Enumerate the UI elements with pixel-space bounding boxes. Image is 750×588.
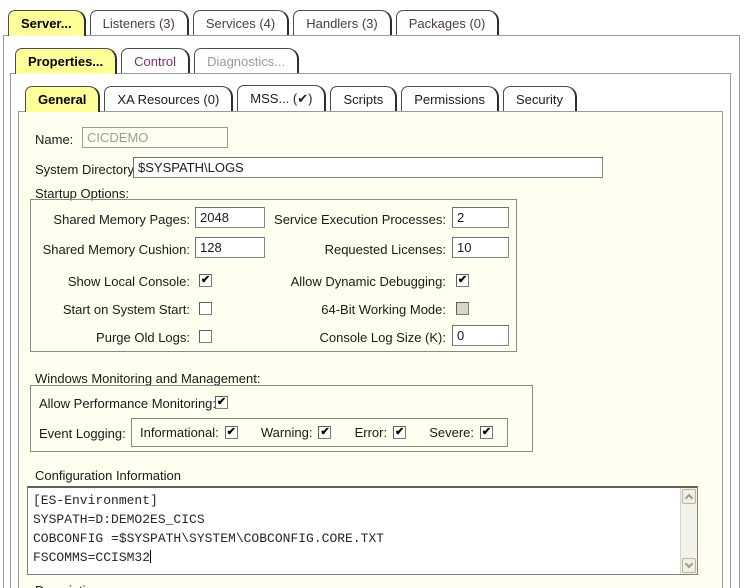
configuration-information-textarea[interactable]: [ES-Environment]SYSPATH=D:DEMO2ES_CICSCO… [27, 486, 698, 575]
description-label-clipped: Description [35, 583, 155, 588]
requested-licenses-input[interactable]: 10 [452, 237, 509, 258]
event-warning: Warning: [261, 425, 332, 440]
tabstrip-level1: Server... Listeners (3) Services (4) Han… [8, 8, 503, 36]
startup-options-groupbox: Shared Memory Pages: 2048 Service Execut… [30, 199, 517, 352]
tab-mss[interactable]: MSS... (✔) [237, 85, 326, 111]
scroll-down-button[interactable] [682, 558, 696, 573]
purge-old-logs-label: Purge Old Logs: [35, 330, 190, 345]
tab-permissions[interactable]: Permissions [401, 86, 499, 111]
tab-security[interactable]: Security [503, 86, 577, 111]
warning-label: Warning: [261, 425, 313, 440]
server-admin-page: Server... Listeners (3) Services (4) Han… [0, 0, 750, 588]
event-logging-label: Event Logging: [39, 426, 126, 441]
tabstrip-level3: General XA Resources (0) MSS... (✔) Scri… [25, 84, 581, 112]
tab-packages[interactable]: Packages (0) [396, 10, 500, 35]
allow-performance-monitoring-checkbox[interactable] [215, 396, 228, 409]
allow-dynamic-debugging-checkbox[interactable] [456, 274, 469, 287]
event-error: Error: [355, 425, 407, 440]
event-informational: Informational: [140, 425, 238, 440]
event-logging-groupbox: Informational: Warning: Error: Severe: [131, 418, 508, 447]
tab-xa-resources[interactable]: XA Resources (0) [104, 86, 233, 111]
configuration-text: [ES-Environment]SYSPATH=D:DEMO2ES_CICSCO… [33, 491, 677, 567]
start-on-system-start-checkbox[interactable] [199, 302, 212, 315]
tab-control[interactable]: Control [121, 48, 190, 73]
scroll-down-icon [685, 560, 693, 568]
tab-scripts[interactable]: Scripts [330, 86, 397, 111]
configuration-information-label: Configuration Information [35, 468, 181, 483]
console-log-size-input[interactable]: 0 [452, 325, 509, 346]
name-input[interactable]: CICDEMO [82, 127, 228, 148]
text-caret [150, 550, 151, 563]
service-execution-processes-label: Service Execution Processes: [271, 212, 446, 227]
allow-dynamic-debugging-label: Allow Dynamic Debugging: [271, 274, 446, 289]
tab-services[interactable]: Services (4) [193, 10, 289, 35]
shared-memory-cushion-label: Shared Memory Cushion: [35, 242, 190, 257]
service-execution-processes-input[interactable]: 2 [452, 207, 509, 228]
requested-licenses-label: Requested Licenses: [271, 242, 446, 257]
tab-listeners[interactable]: Listeners (3) [90, 10, 189, 35]
shared-memory-cushion-input[interactable]: 128 [195, 237, 265, 258]
64bit-working-mode-checkbox [456, 302, 469, 315]
severe-checkbox[interactable] [480, 426, 493, 439]
start-on-system-start-label: Start on System Start: [35, 302, 190, 317]
tab-diagnostics[interactable]: Diagnostics... [194, 48, 299, 73]
error-label: Error: [355, 425, 388, 440]
tab-server[interactable]: Server... [8, 10, 86, 36]
vertical-scrollbar[interactable] [680, 488, 697, 574]
tabstrip-level2: Properties... Control Diagnostics... [15, 45, 303, 74]
system-directory-label: System Directory: [35, 162, 138, 177]
tab-handlers[interactable]: Handlers (3) [293, 10, 392, 35]
warning-checkbox[interactable] [318, 426, 331, 439]
informational-label: Informational: [140, 425, 219, 440]
monitoring-groupbox: Allow Performance Monitoring: Event Logg… [30, 385, 533, 452]
scroll-up-button[interactable] [682, 489, 696, 504]
tab-general[interactable]: General [25, 86, 100, 112]
tab-properties[interactable]: Properties... [15, 48, 117, 74]
show-local-console-label: Show Local Console: [35, 274, 190, 289]
allow-performance-monitoring-label: Allow Performance Monitoring: [39, 396, 216, 411]
purge-old-logs-checkbox[interactable] [199, 330, 212, 343]
event-severe: Severe: [429, 425, 493, 440]
64bit-working-mode-label: 64-Bit Working Mode: [271, 302, 446, 317]
error-checkbox[interactable] [393, 426, 406, 439]
scroll-up-icon [685, 494, 693, 502]
name-label: Name: [35, 132, 73, 147]
monitoring-title: Windows Monitoring and Management: [35, 371, 260, 386]
console-log-size-label: Console Log Size (K): [271, 330, 446, 345]
shared-memory-pages-label: Shared Memory Pages: [35, 212, 190, 227]
severe-label: Severe: [429, 425, 474, 440]
shared-memory-pages-input[interactable]: 2048 [195, 207, 265, 228]
system-directory-input[interactable]: $SYSPATH\LOGS [133, 157, 603, 178]
show-local-console-checkbox[interactable] [199, 274, 212, 287]
informational-checkbox[interactable] [225, 426, 238, 439]
